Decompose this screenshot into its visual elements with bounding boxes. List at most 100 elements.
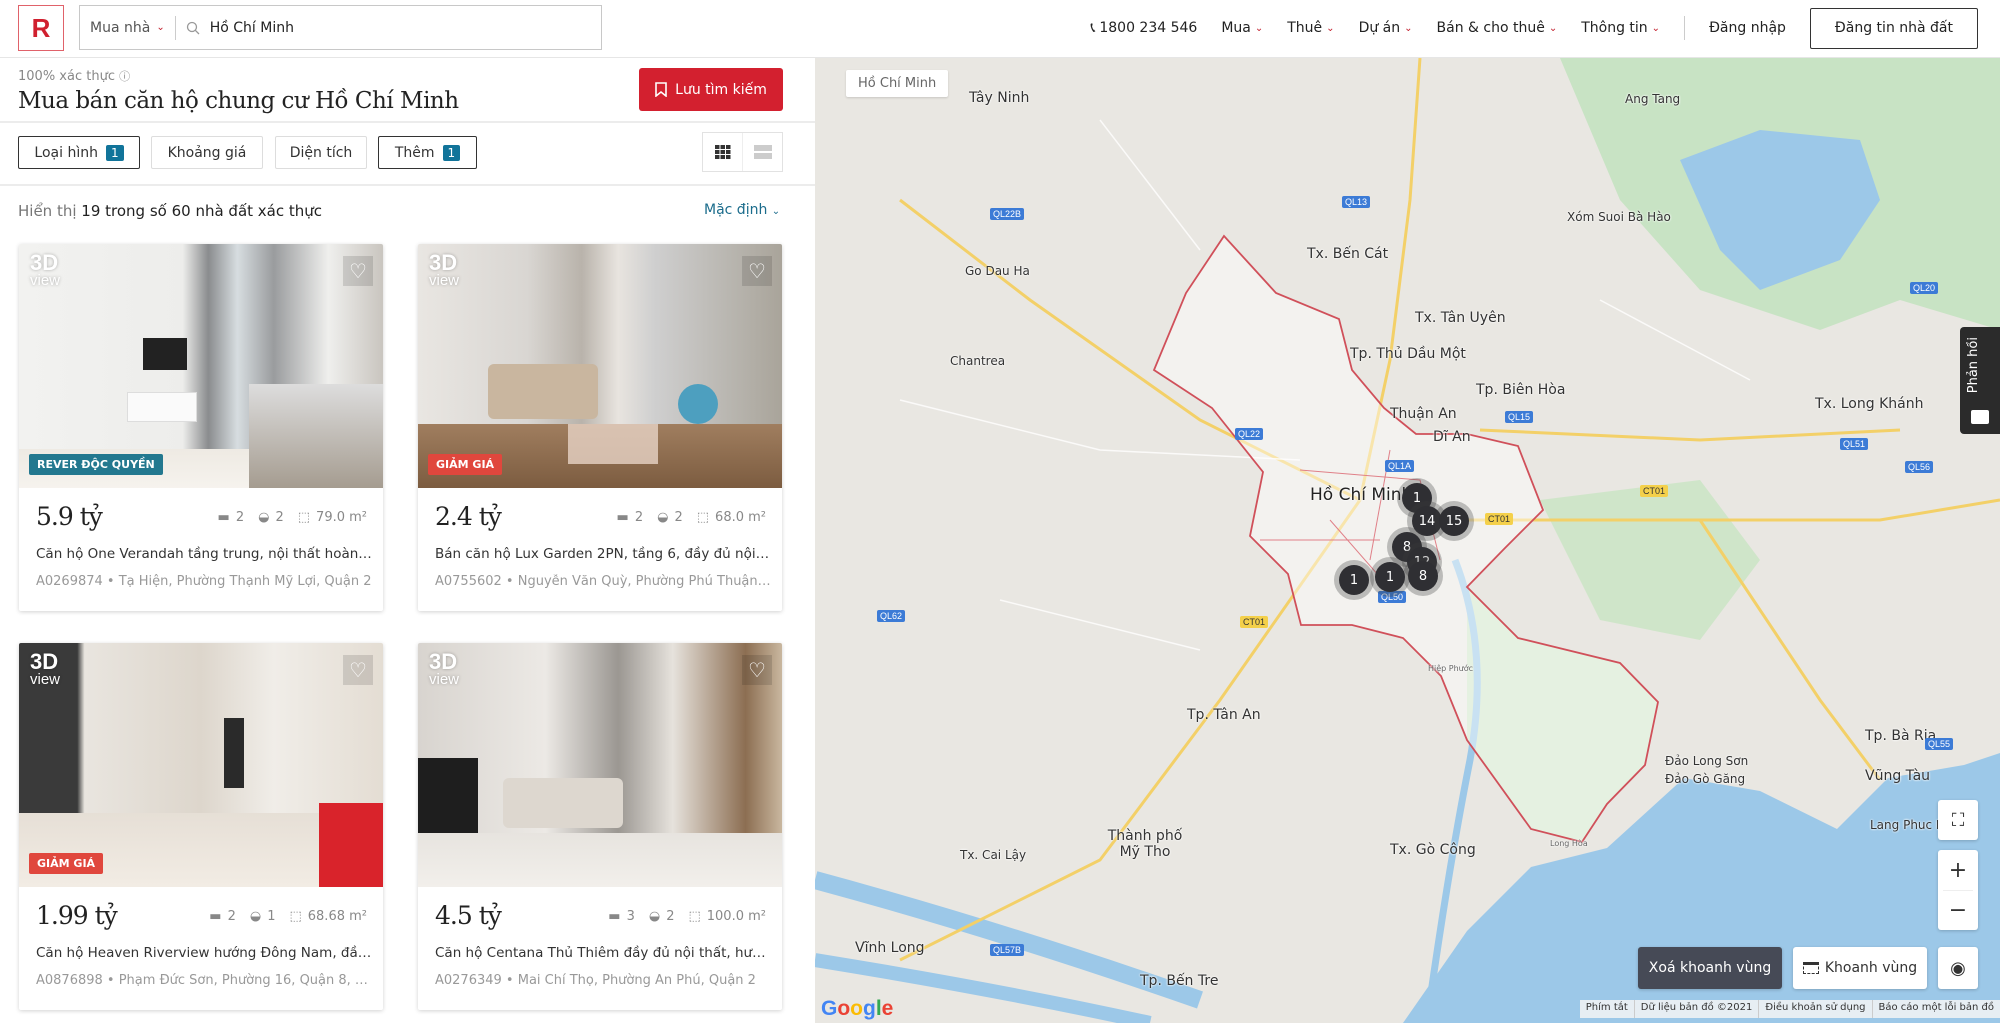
listing-title[interactable]: Căn hộ Centana Thủ Thiêm đầy đủ nội thất… xyxy=(435,945,771,961)
map[interactable]: Tây Ninh Tx. Bến Cát Tx. Tân Uyên Tp. Th… xyxy=(815,58,2000,1023)
post-listing-button[interactable]: Đăng tin nhà đất xyxy=(1809,7,1978,49)
favorite-button[interactable]: ♡ xyxy=(343,256,373,286)
listing-title[interactable]: Bán căn hộ Lux Garden 2PN, tầng 6, đầy đ… xyxy=(435,546,771,562)
filter-price-range[interactable]: Khoảng giá xyxy=(151,136,263,169)
chevron-down-icon: ⌄ xyxy=(1326,22,1335,34)
chevron-down-icon: ⌄ xyxy=(1254,22,1264,34)
price: 1.99 tỷ xyxy=(36,901,118,930)
price: 2.4 tỷ xyxy=(435,502,502,531)
list-view-icon xyxy=(753,145,772,159)
divider xyxy=(0,184,815,186)
nav-thue[interactable]: Thuê ⌄ xyxy=(1287,20,1334,36)
search-bar[interactable]: Mua nhà ⌄ Hồ Chí Minh xyxy=(79,5,602,50)
map-label: Tp. Bến Tre xyxy=(1140,973,1219,989)
report-error-link[interactable]: Báo cáo một lỗi bản đồ xyxy=(1871,1000,2000,1018)
filter-count-badge: 1 xyxy=(442,144,461,161)
map-label: Vĩnh Long xyxy=(855,940,925,956)
road-shield: QL22B xyxy=(990,208,1025,220)
locate-icon: ◉ xyxy=(1950,957,1966,979)
favorite-button[interactable]: ♡ xyxy=(742,655,772,685)
nav-du-an[interactable]: Dự án ⌄ xyxy=(1359,20,1413,36)
filter-property-type[interactable]: Loại hình 1 xyxy=(18,136,140,169)
map-cluster-marker[interactable]: 1 xyxy=(1375,562,1405,592)
area-icon: ⬚ xyxy=(289,909,302,924)
nav-thong-tin[interactable]: Thông tin ⌄ xyxy=(1581,20,1660,36)
listing-card[interactable]: 3D view ♡ REVER ĐỘC QUYỀN 5.9 tỷ ▬ 2 ◒ 2 ⬚ 7… xyxy=(19,244,383,611)
favorite-button[interactable]: ♡ xyxy=(742,256,772,286)
nav-mua[interactable]: Mua ⌄ xyxy=(1221,20,1263,36)
top-header: R Mua nhà ⌄ Hồ Chí Minh 📞︎ 1800 234 546 Mu… xyxy=(0,0,2000,58)
map-label: Thuận An xyxy=(1390,406,1457,422)
main-nav: 📞︎ 1800 234 546 Mua ⌄ Thuê ⌄ Dự án ⌄ Bán & c… xyxy=(1090,7,1978,49)
info-icon[interactable]: ⓘ xyxy=(119,70,130,83)
map-data-label: Dữ liệu bản đồ ©2021 xyxy=(1633,1000,1759,1018)
filter-more[interactable]: Thêm 1 xyxy=(378,136,477,169)
expressway-shield: CT01 xyxy=(1485,513,1514,525)
search-input[interactable]: Hồ Chí Minh xyxy=(210,20,294,36)
bed-icon: ▬ xyxy=(217,510,230,525)
draw-area-button[interactable]: Khoanh vùng xyxy=(1793,947,1927,989)
map-cluster-marker[interactable]: 8 xyxy=(1408,561,1438,591)
grid-view-button[interactable] xyxy=(703,133,743,171)
road-shield: QL20 xyxy=(1910,282,1939,294)
listing-photo[interactable] xyxy=(19,643,383,887)
terms-link[interactable]: Điều khoản sử dụng xyxy=(1758,1000,1871,1018)
3d-view-badge: 3D view xyxy=(429,649,460,689)
rever-logo[interactable]: R xyxy=(18,5,64,51)
clear-area-button[interactable]: Xoá khoanh vùng xyxy=(1638,947,1782,989)
listing-address: A0269874 • Tạ Hiện, Phường Thạnh Mỹ Lợi,… xyxy=(36,574,372,589)
map-label: Tx. Bến Cát xyxy=(1307,246,1389,262)
fullscreen-button[interactable]: ⛶ xyxy=(1938,800,1978,840)
map-label: Tp. Tân An xyxy=(1187,707,1261,723)
favorite-button[interactable]: ♡ xyxy=(343,655,373,685)
map-cluster-marker[interactable]: 1 xyxy=(1339,565,1369,595)
expressway-shield: CT01 xyxy=(1640,485,1669,497)
bed-icon: ▬ xyxy=(608,909,621,924)
map-label: Chantrea xyxy=(950,354,1006,368)
heart-icon: ♡ xyxy=(748,658,766,682)
list-view-button[interactable] xyxy=(743,133,782,171)
listing-card[interactable]: 3D view ♡ 4.5 tỷ ▬ 3 ◒ 2 ⬚ 100.0 m² Căn hộ C… xyxy=(418,643,782,1010)
listing-photo[interactable] xyxy=(418,643,782,887)
search-mode-dropdown[interactable]: Mua nhà ⌄ xyxy=(80,15,176,40)
draw-area-icon xyxy=(1802,962,1819,974)
login-link[interactable]: Đăng nhập xyxy=(1709,20,1786,36)
save-search-button[interactable]: Lưu tìm kiếm xyxy=(639,68,783,111)
map-cluster-marker[interactable]: 14 xyxy=(1412,506,1442,536)
listing-title[interactable]: Căn hộ One Verandah tầng trung, nội thất… xyxy=(36,546,372,562)
specs: ▬ 3 ◒ 2 ⬚ 100.0 m² xyxy=(608,909,766,924)
locate-button[interactable]: ◉ xyxy=(1938,947,1978,989)
price: 5.9 tỷ xyxy=(36,502,103,531)
phone-link[interactable]: 📞︎ 1800 234 546 xyxy=(1090,20,1197,36)
area-icon: ⬚ xyxy=(688,909,701,924)
road-shield: QL56 xyxy=(1905,461,1934,473)
listing-card[interactable]: 3D view ♡ GIẢM GIÁ 2.4 tỷ ▬ 2 ◒ 2 ⬚ 68.0 m² … xyxy=(418,244,782,611)
area-chip[interactable]: Hồ Chí Minh xyxy=(846,70,949,97)
map-label: Tx. Tân Uyên xyxy=(1415,310,1506,326)
zoom-in-button[interactable]: + xyxy=(1949,850,1967,890)
view-toggle xyxy=(702,132,783,172)
listing-title[interactable]: Căn hộ Heaven Riverview hướng Đông Nam, … xyxy=(36,945,372,961)
feedback-tab[interactable]: Phản hồi xyxy=(1960,327,2000,434)
listing-photo[interactable] xyxy=(418,244,782,488)
map-label: Đảo Long Sơn xyxy=(1665,754,1749,768)
road-shield: QL15 xyxy=(1505,411,1534,423)
shortcuts-link[interactable]: Phím tắt xyxy=(1580,1000,1634,1018)
sort-dropdown[interactable]: Mặc định ⌄ xyxy=(704,202,780,218)
listing-photo[interactable] xyxy=(19,244,383,488)
specs: ▬ 2 ◒ 1 ⬚ 68.68 m² xyxy=(209,909,367,924)
road-shield: QL22 xyxy=(1235,428,1264,440)
page-title: Mua bán căn hộ chung cư Hồ Chí Minh xyxy=(18,88,459,114)
bed-icon: ▬ xyxy=(616,510,629,525)
listing-card[interactable]: 3D view ♡ GIẢM GIÁ 1.99 tỷ ▬ 2 ◒ 1 ⬚ 68.68 m… xyxy=(19,643,383,1010)
bath-icon: ◒ xyxy=(249,909,262,924)
filter-area[interactable]: Diện tích xyxy=(275,136,367,169)
nav-ban-cho-thue[interactable]: Bán & cho thuê ⌄ xyxy=(1437,20,1558,36)
heart-icon: ♡ xyxy=(349,658,367,682)
map-label-city: Hồ Chí Minh xyxy=(1310,485,1413,505)
feedback-face-icon xyxy=(1971,410,1989,424)
zoom-out-button[interactable]: − xyxy=(1943,890,1973,930)
listing-address: A0755602 • Nguyễn Văn Quỳ, Phường Phú Th… xyxy=(435,574,771,589)
filter-count-badge: 1 xyxy=(105,144,124,161)
map-cluster-marker[interactable]: 15 xyxy=(1439,506,1469,536)
